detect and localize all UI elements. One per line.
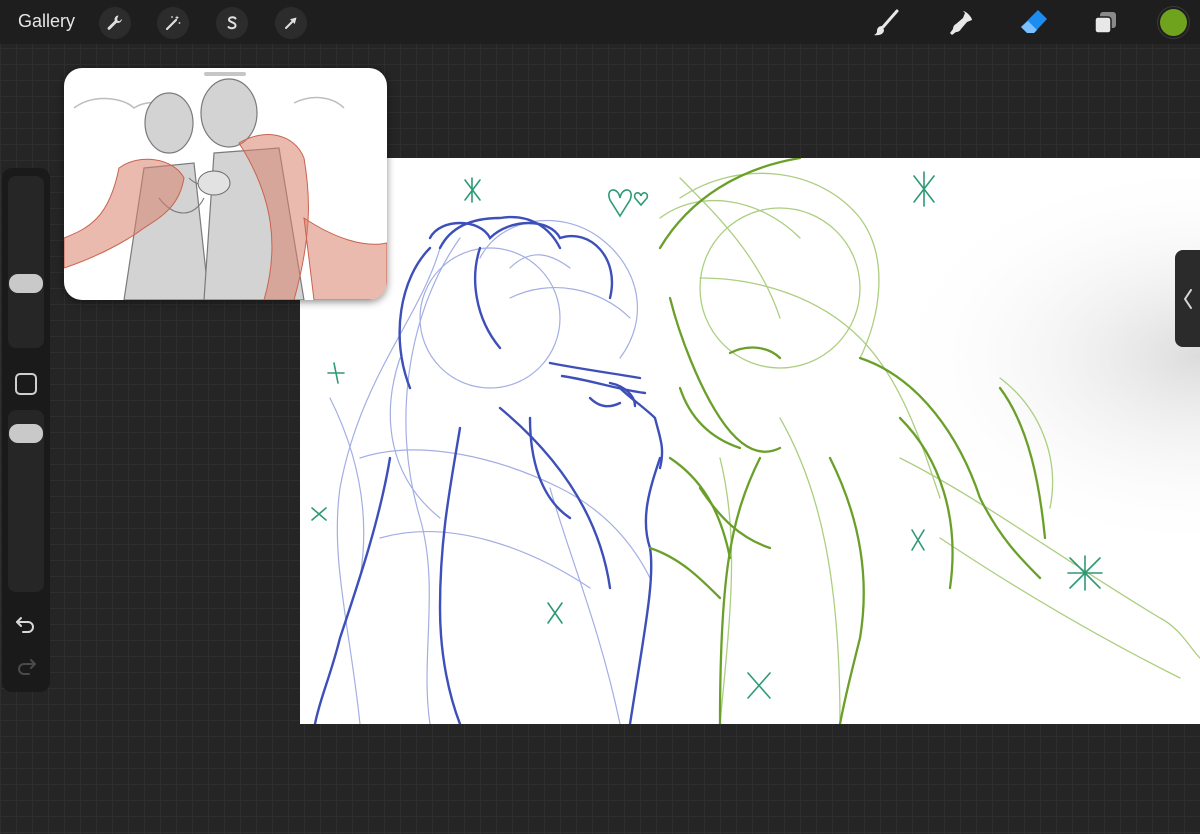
opacity-knob[interactable] (9, 424, 43, 443)
sketch-artwork (300, 158, 1200, 724)
color-picker-button[interactable] (1160, 9, 1187, 36)
wrench-icon (107, 15, 122, 30)
magic-wand-icon (165, 15, 181, 31)
sidebar (2, 168, 50, 692)
reference-image (64, 78, 387, 300)
modify-button[interactable] (15, 373, 37, 395)
side-panel-tab[interactable] (1175, 250, 1200, 347)
brush-icon (874, 9, 899, 36)
selection-button[interactable] (216, 7, 248, 39)
adjustments-button[interactable] (157, 7, 189, 39)
brush-button[interactable] (869, 6, 903, 40)
brush-size-knob[interactable] (9, 274, 43, 293)
eraser-button[interactable] (1017, 6, 1051, 40)
layers-button[interactable] (1088, 6, 1122, 40)
smudge-icon (950, 11, 972, 35)
layers-icon (1094, 12, 1116, 34)
gallery-button[interactable]: Gallery (18, 11, 75, 32)
transform-button[interactable] (275, 7, 307, 39)
chevron-left-icon (1183, 288, 1192, 309)
selection-icon (227, 16, 237, 30)
redo-icon[interactable] (15, 658, 37, 676)
toolbar: Gallery (0, 0, 1200, 44)
actions-button[interactable] (99, 7, 131, 39)
drawing-canvas[interactable] (300, 158, 1200, 724)
transform-arrow-icon (285, 17, 297, 29)
reference-drag-handle[interactable] (204, 72, 246, 76)
opacity-slider[interactable] (8, 410, 44, 592)
undo-icon[interactable] (15, 616, 37, 634)
reference-window[interactable] (64, 68, 387, 300)
smudge-button[interactable] (944, 6, 978, 40)
eraser-icon (1021, 10, 1047, 33)
brush-size-slider[interactable] (8, 176, 44, 348)
